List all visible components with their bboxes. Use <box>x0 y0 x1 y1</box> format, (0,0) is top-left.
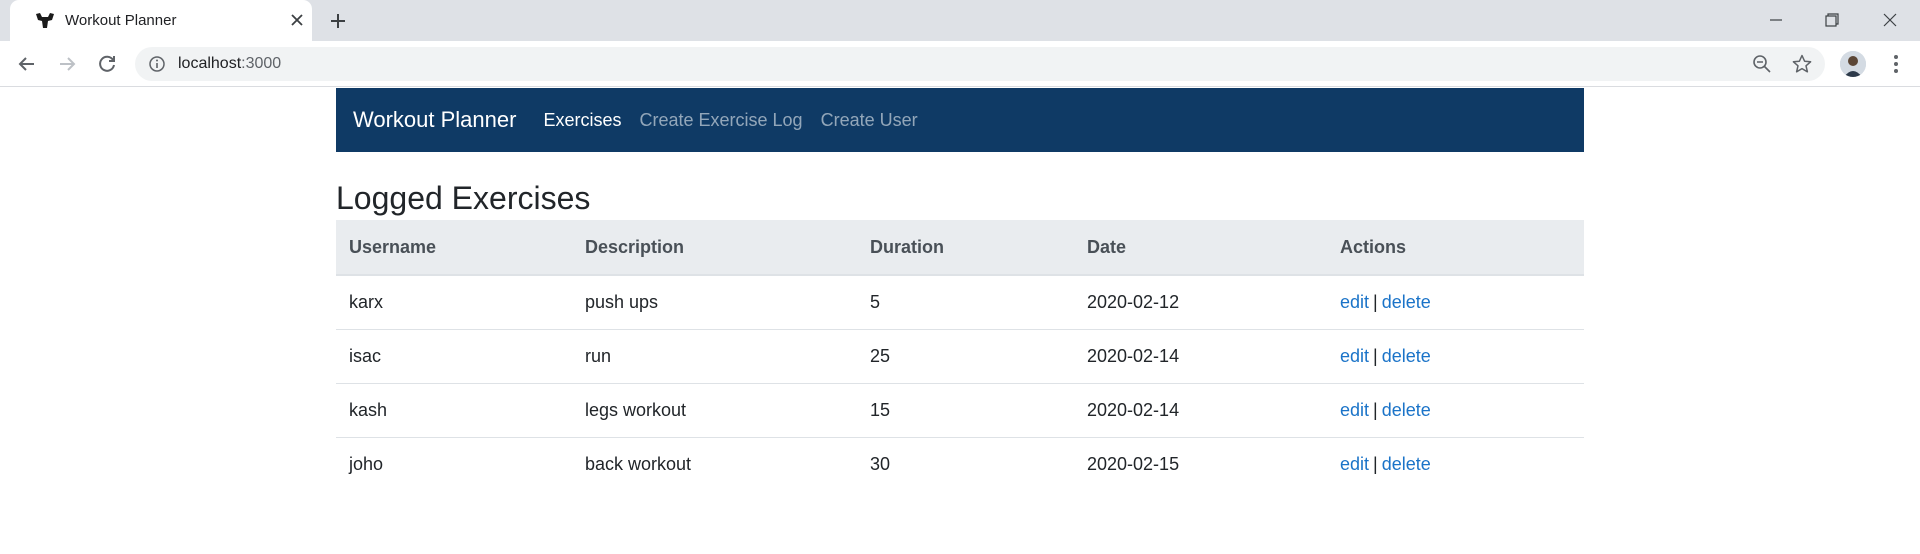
restore-icon[interactable] <box>1804 0 1860 41</box>
header-description: Description <box>572 220 857 276</box>
edit-link[interactable]: edit <box>1340 292 1369 312</box>
menu-dots-icon[interactable] <box>1884 52 1908 76</box>
header-duration: Duration <box>857 220 1074 276</box>
browser-tab[interactable]: Workout Planner <box>10 0 312 41</box>
delete-link[interactable]: delete <box>1382 400 1431 420</box>
tab-title: Workout Planner <box>65 12 177 29</box>
action-separator: | <box>1373 453 1378 474</box>
table-row: karx push ups 5 2020-02-12 edit | delete <box>336 275 1584 329</box>
edit-link[interactable]: edit <box>1340 400 1369 420</box>
app-navbar: Workout Planner Exercises Create Exercis… <box>336 88 1584 152</box>
action-separator: | <box>1373 399 1378 420</box>
nav-link-create-user[interactable]: Create User <box>821 110 918 131</box>
minimize-icon[interactable] <box>1748 0 1804 41</box>
cell-description: push ups <box>585 291 659 312</box>
zoom-out-icon[interactable] <box>1752 54 1772 74</box>
cell-date: 2020-02-14 <box>1074 382 1327 437</box>
cell-duration: 25 <box>857 328 1074 383</box>
cell-date: 2020-02-12 <box>1087 291 1180 312</box>
delete-link[interactable]: delete <box>1382 454 1431 474</box>
header-username: Username <box>336 220 572 276</box>
plus-icon[interactable] <box>326 9 350 33</box>
close-icon[interactable] <box>288 11 306 29</box>
cell-duration: 30 <box>857 436 1074 491</box>
action-separator: | <box>1373 291 1378 312</box>
cell-duration: 15 <box>857 382 1074 437</box>
cell-actions: edit | delete <box>1327 382 1584 437</box>
cell-username: kash <box>336 382 572 437</box>
table-row: joho back workout 30 2020-02-15 edit | del… <box>336 436 1584 491</box>
url-text[interactable]: localhost:3000 <box>178 55 281 73</box>
edit-link[interactable]: edit <box>1340 346 1369 366</box>
back-arrow-icon[interactable] <box>15 52 39 76</box>
cell-description: back workout <box>572 436 857 491</box>
dumbbell-icon <box>36 13 54 28</box>
app-container: Workout Planner Exercises Create Exercis… <box>336 88 1584 491</box>
address-bar[interactable]: localhost:3000 <box>135 47 1825 81</box>
page-title: Logged Exercises <box>336 180 591 216</box>
cell-actions: edit | delete <box>1327 328 1584 383</box>
cell-username: karx <box>349 291 384 312</box>
header-date: Date <box>1074 220 1327 276</box>
window-close-icon[interactable] <box>1862 0 1918 41</box>
cell-description: run <box>572 328 857 383</box>
cell-username: isac <box>336 328 572 383</box>
cell-date: 2020-02-15 <box>1074 436 1327 491</box>
browser-toolbar: localhost:3000 <box>0 41 1920 87</box>
edit-link[interactable]: edit <box>1340 454 1369 474</box>
info-icon[interactable] <box>148 55 166 73</box>
header-actions: Actions <box>1327 220 1584 276</box>
table-header-row: Username Description Duration Date Actio… <box>336 220 1584 276</box>
browser-tabstrip: Workout Planner <box>0 0 1920 41</box>
action-separator: | <box>1373 345 1378 366</box>
nav-link-exercises[interactable]: Exercises <box>543 110 621 131</box>
forward-arrow-icon[interactable] <box>55 52 79 76</box>
cell-username: joho <box>336 436 572 491</box>
brand-link[interactable]: Workout Planner <box>353 107 516 133</box>
delete-link[interactable]: delete <box>1382 292 1431 312</box>
exercises-table: Username Description Duration Date Actio… <box>336 220 1584 491</box>
cell-date: 2020-02-14 <box>1074 328 1327 383</box>
star-icon[interactable] <box>1791 53 1813 75</box>
nav-link-create-exercise-log[interactable]: Create Exercise Log <box>639 110 802 131</box>
table-row: kash legs workout 15 2020-02-14 edit | del… <box>336 382 1584 437</box>
delete-link[interactable]: delete <box>1382 346 1431 366</box>
profile-avatar[interactable] <box>1840 51 1866 77</box>
table-row: isac run 25 2020-02-14 edit | delete <box>336 328 1584 383</box>
cell-actions: edit | delete <box>1327 275 1584 329</box>
cell-actions: edit | delete <box>1327 436 1584 491</box>
cell-description: legs workout <box>572 382 857 437</box>
reload-icon[interactable] <box>95 52 119 76</box>
avatar-icon <box>1840 51 1866 77</box>
cell-duration: 5 <box>870 291 881 312</box>
